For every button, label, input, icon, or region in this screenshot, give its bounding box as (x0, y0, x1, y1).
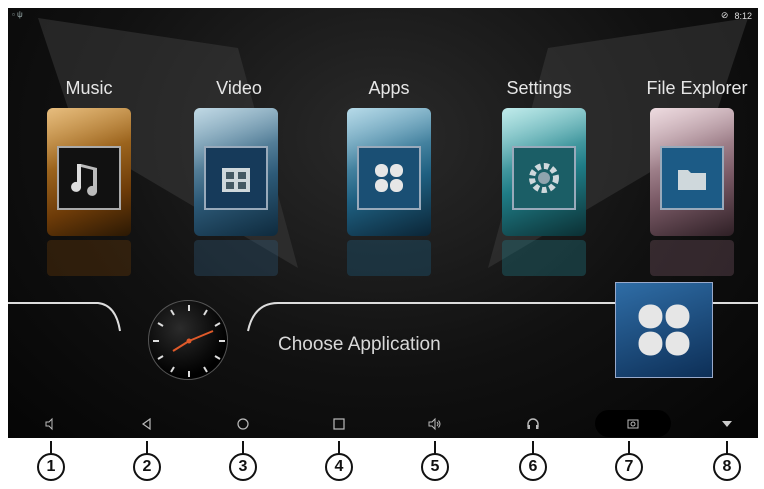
dropdown-button[interactable] (714, 414, 740, 434)
screenshot-button[interactable] (595, 410, 671, 437)
reflection-apps (347, 240, 431, 276)
reflection-file-explorer (650, 240, 734, 276)
dropdown-arrow-icon (722, 421, 732, 427)
music-notes-icon (71, 164, 98, 196)
callout-1: 1 (36, 441, 66, 481)
no-signal-icon: ⊘ (720, 10, 729, 20)
home-icon (237, 418, 249, 430)
volume-down-icon (45, 417, 53, 431)
app-label-settings: Settings (506, 78, 572, 98)
callout-7: 7 (614, 441, 644, 481)
selected-app-tile[interactable] (615, 282, 713, 378)
gear-icon (529, 163, 559, 193)
app-label-file-explorer: File Explorer (646, 78, 748, 98)
reflection-video (194, 240, 278, 276)
callout-6: 6 (518, 441, 548, 481)
choose-application-label: Choose Application (278, 334, 441, 355)
home-button[interactable] (230, 414, 256, 434)
volume-up-icon (428, 417, 441, 431)
reflection-settings (502, 240, 586, 276)
app-label-music: Music (65, 78, 113, 98)
callout-5: 5 (420, 441, 450, 481)
app-tile-music[interactable] (47, 108, 131, 236)
back-button[interactable] (134, 414, 160, 434)
app-tile-video[interactable] (194, 108, 278, 236)
volume-up-button[interactable] (422, 414, 448, 434)
clock-face-icon (153, 305, 225, 377)
callout-2: 2 (132, 441, 162, 481)
device-screen: ▫ ψ ⊘ 8:12 Music Video Apps Settings Fil… (8, 8, 758, 438)
reflection-music (47, 240, 131, 276)
volume-down-button[interactable] (38, 414, 64, 434)
callout-4: 4 (324, 441, 354, 481)
headphones-icon (527, 418, 539, 429)
navigation-bar (8, 408, 758, 438)
four-petal-icon (375, 164, 403, 192)
folder-icon (678, 170, 706, 190)
status-bar: ▫ ψ ⊘ 8:12 (8, 8, 758, 24)
screenshot-icon (627, 419, 639, 428)
callout-8: 8 (712, 441, 742, 481)
status-time: 8:12 (734, 10, 752, 21)
recent-apps-button[interactable] (326, 414, 352, 434)
analog-clock (148, 300, 228, 380)
headphones-button[interactable] (520, 414, 546, 434)
status-icons-left: ▫ ψ (12, 10, 23, 19)
four-petal-icon (638, 304, 690, 356)
film-icon (222, 168, 250, 192)
app-tile-settings[interactable] (502, 108, 586, 236)
back-icon (141, 417, 151, 431)
recent-apps-icon (333, 418, 345, 430)
app-label-video: Video (216, 78, 262, 98)
app-label-apps: Apps (368, 78, 410, 98)
app-tile-apps[interactable] (347, 108, 431, 236)
app-tile-file-explorer[interactable] (650, 108, 734, 236)
callout-3: 3 (228, 441, 258, 481)
